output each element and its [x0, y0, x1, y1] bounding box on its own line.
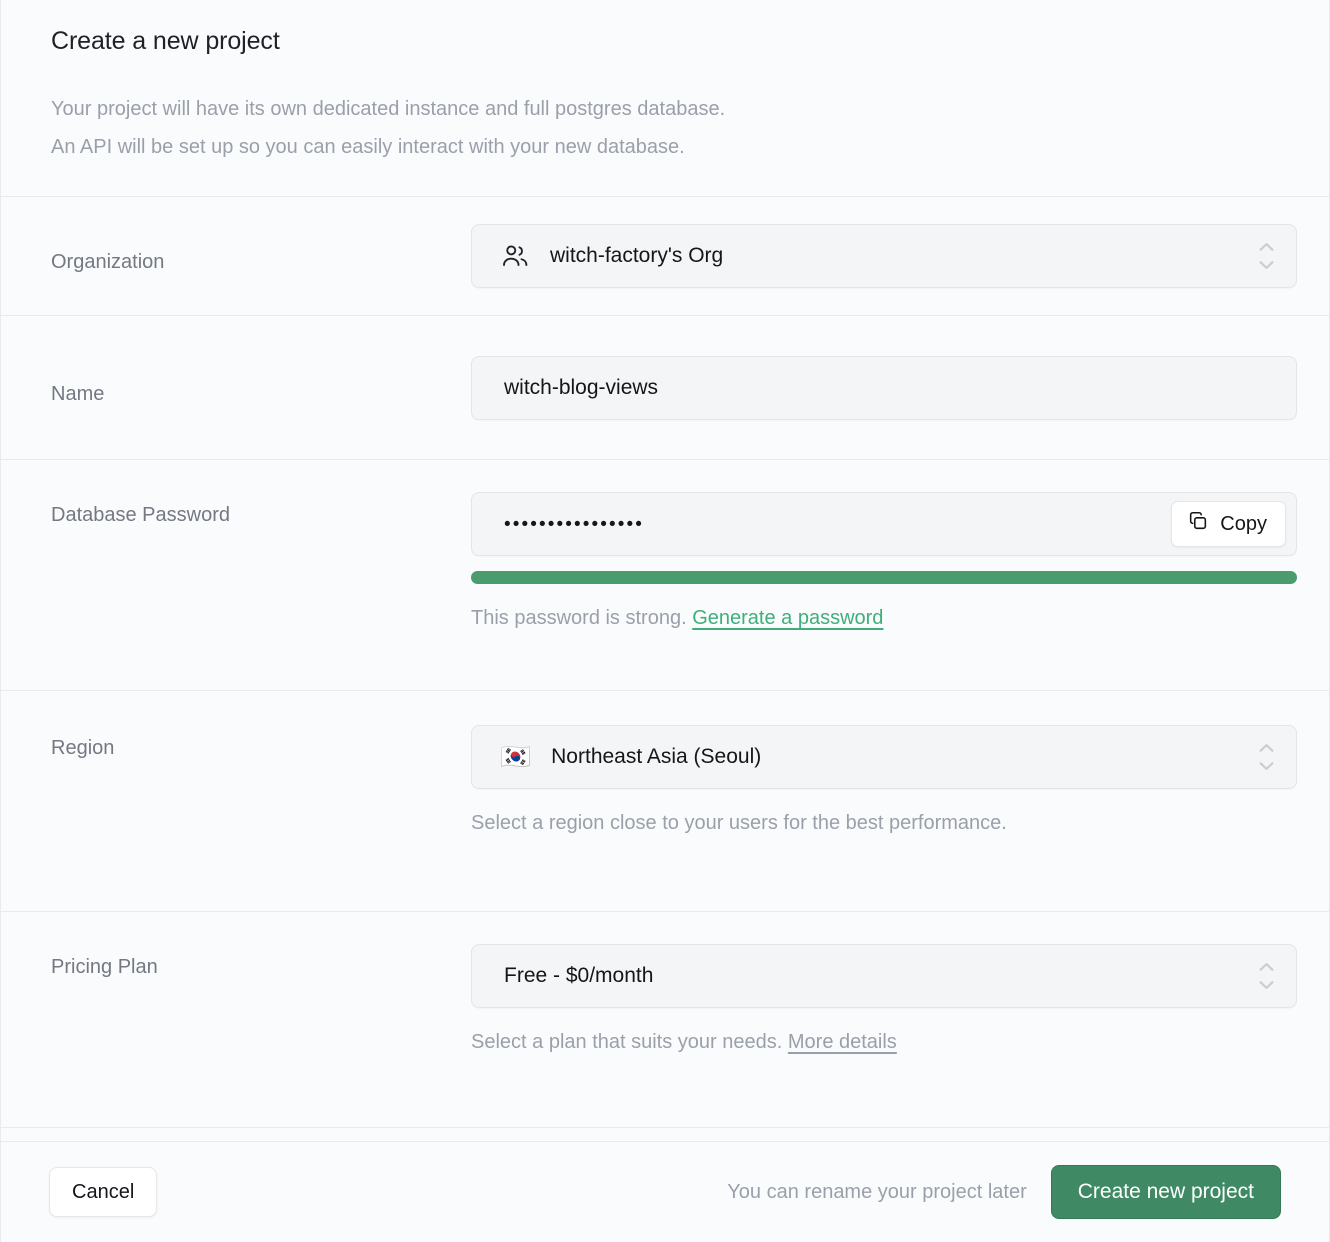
- chevron-up-down-icon: [1258, 743, 1274, 771]
- form-row-name: Name witch-blog-views: [1, 316, 1329, 460]
- flag-glyph: 🇰🇷: [500, 745, 531, 770]
- name-label: Name: [51, 369, 471, 407]
- create-new-project-button[interactable]: Create new project: [1051, 1165, 1281, 1219]
- name-field: witch-blog-views: [471, 356, 1297, 420]
- database-password-value[interactable]: ••••••••••••••••: [504, 515, 644, 534]
- panel-description-line-2: An API will be set up so you can easily …: [51, 128, 1279, 166]
- panel-description-line-1: Your project will have its own dedicated…: [51, 90, 1279, 128]
- pricing-plan-field: Free - $0/month Select a plan that suits…: [471, 944, 1297, 1055]
- pricing-plan-value: Free - $0/month: [504, 964, 653, 988]
- region-label: Region: [51, 725, 471, 761]
- region-select[interactable]: 🇰🇷 Northeast Asia (Seoul): [471, 725, 1297, 789]
- database-password-input-wrapper[interactable]: •••••••••••••••• Copy: [471, 492, 1297, 556]
- password-strength-text: This password is strong.: [471, 607, 687, 629]
- database-password-label: Database Password: [51, 492, 471, 528]
- generate-password-link[interactable]: Generate a password: [692, 607, 883, 629]
- chevron-up-down-icon: [1258, 962, 1274, 990]
- chevron-up-down-icon: [1258, 242, 1274, 270]
- panel-description: Your project will have its own dedicated…: [51, 90, 1279, 166]
- password-helper: This password is strong. Generate a pass…: [471, 605, 1297, 631]
- form-row-organization: Organization witch-factory's Org: [1, 197, 1329, 316]
- database-password-field: •••••••••••••••• Copy This password is s…: [471, 492, 1297, 631]
- panel-footer: Cancel You can rename your project later…: [1, 1141, 1329, 1242]
- organization-label: Organization: [51, 237, 471, 275]
- copy-password-button[interactable]: Copy: [1171, 501, 1286, 547]
- panel-header: Create a new project Your project will h…: [1, 0, 1329, 197]
- pricing-plan-label: Pricing Plan: [51, 944, 471, 980]
- copy-password-label: Copy: [1220, 513, 1267, 536]
- south-korea-flag-icon: 🇰🇷: [500, 745, 531, 770]
- form-row-pricing-plan: Pricing Plan Free - $0/month Select a pl…: [1, 912, 1329, 1128]
- password-strength-bar: [471, 571, 1297, 584]
- organization-field: witch-factory's Org: [471, 224, 1297, 288]
- cancel-button[interactable]: Cancel: [49, 1167, 157, 1217]
- form-row-region: Region 🇰🇷 Northeast Asia (Seoul) Select …: [1, 691, 1329, 912]
- region-value: Northeast Asia (Seoul): [551, 745, 761, 769]
- pricing-plan-helper: Select a plan that suits your needs. Mor…: [471, 1029, 1297, 1055]
- project-name-value[interactable]: witch-blog-views: [504, 376, 658, 400]
- users-icon: [500, 241, 530, 271]
- region-helper: Select a region close to your users for …: [471, 810, 1297, 836]
- page-title: Create a new project: [51, 26, 1279, 56]
- organization-select[interactable]: witch-factory's Org: [471, 224, 1297, 288]
- more-details-link[interactable]: More details: [788, 1031, 897, 1053]
- region-field: 🇰🇷 Northeast Asia (Seoul) Select a regio…: [471, 725, 1297, 836]
- footer-note: You can rename your project later: [727, 1181, 1026, 1204]
- pricing-plan-helper-text: Select a plan that suits your needs.: [471, 1031, 782, 1053]
- pricing-plan-select[interactable]: Free - $0/month: [471, 944, 1297, 1008]
- project-name-input-wrapper[interactable]: witch-blog-views: [471, 356, 1297, 420]
- form-row-database-password: Database Password •••••••••••••••• Copy …: [1, 460, 1329, 691]
- copy-icon: [1187, 510, 1209, 538]
- create-project-panel: Create a new project Your project will h…: [0, 0, 1330, 1242]
- organization-value: witch-factory's Org: [550, 244, 723, 268]
